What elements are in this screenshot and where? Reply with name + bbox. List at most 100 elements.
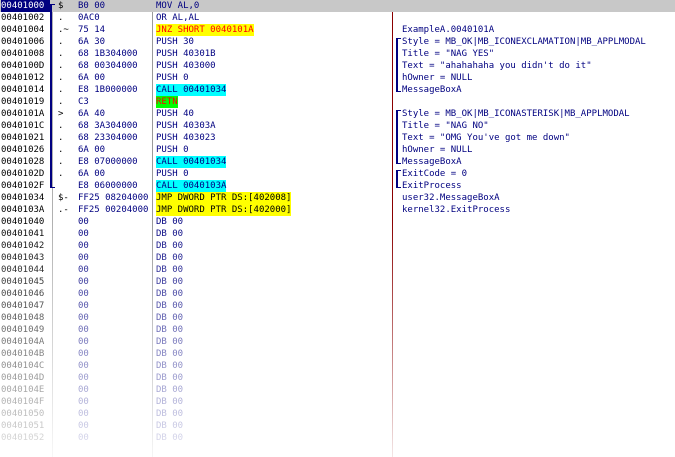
instruction-row[interactable]: 00401006. 6A 30 PUSH 30 Style = MB_OK|MB_IC… [0, 36, 675, 48]
address-cell: 00401042 [1, 241, 45, 251]
address-cell: 00401004 [1, 25, 45, 35]
instruction-row[interactable]: 00401028. E8 07000000 CALL 00401034 Message… [0, 156, 675, 168]
instruction-row[interactable]: 0040104B 00 DB 00 [0, 348, 675, 360]
address-cell: 00401051 [1, 421, 45, 431]
instruction-row[interactable]: 00401045 00 DB 00 [0, 276, 675, 288]
hex-dump-cell: 00 [78, 349, 89, 359]
hex-dump-cell: 00 [78, 289, 89, 299]
instruction-row[interactable]: 0040102F E8 06000000 CALL 0040103A ExitProc… [0, 180, 675, 192]
disassembly-cell: DB 00 [156, 409, 184, 419]
flow-marker: .- [58, 205, 69, 215]
address-cell: 0040104E [1, 385, 45, 395]
hex-dump-cell: E8 06000000 [78, 181, 138, 191]
address-cell: 00401043 [1, 253, 45, 263]
address-cell: 00401021 [1, 133, 45, 143]
hex-dump-cell: 00 [78, 325, 89, 335]
instruction-row[interactable]: 0040104C 00 DB 00 [0, 360, 675, 372]
flow-marker: . [58, 13, 64, 23]
instruction-row[interactable]: 00401004 .~ 75 14 JNZ SHORT 0040101A Example… [0, 24, 675, 36]
address-cell: 00401000 [1, 0, 50, 12]
address-cell: 0040104B [1, 349, 45, 359]
hex-dump-cell: 6A 30 [78, 37, 106, 47]
instruction-row[interactable]: 00401049 00 DB 00 [0, 324, 675, 336]
address-cell: 00401041 [1, 229, 45, 239]
hex-dump-cell: 68 3A304000 [78, 121, 138, 131]
instruction-row[interactable]: 00401051 00 DB 00 [0, 420, 675, 432]
address-cell: 00401047 [1, 301, 45, 311]
hex-dump-cell: FF25 08204000 [78, 193, 149, 203]
instruction-row[interactable]: 00401026. 6A 00 PUSH 0 hOwner = NULL [0, 144, 675, 156]
comment-cell: Style = MB_OK|MB_ICONEXCLAMATION|MB_APPL… [402, 37, 646, 47]
instruction-row[interactable]: 00401050 00 DB 00 [0, 408, 675, 420]
instruction-row[interactable]: 0040102D. 6A 00 PUSH 0 ExitCode = 0 [0, 168, 675, 180]
instruction-row[interactable]: 0040104A 00 DB 00 [0, 336, 675, 348]
call-args-bracket-1 [396, 38, 401, 92]
flow-marker: . [58, 73, 64, 83]
comment-cell: MessageBoxA [402, 157, 462, 167]
instruction-row[interactable]: 00401041 00 DB 00 [0, 228, 675, 240]
instruction-row[interactable]: 00401000 $ B0 00 MOV AL,0 [0, 0, 675, 12]
address-cell: 00401019 [1, 97, 45, 107]
instruction-row[interactable]: 00401019. C3 RETN [0, 96, 675, 108]
comment-cell: Text = "OMG You've got me down" [402, 133, 570, 143]
instruction-row[interactable]: 00401012. 6A 00 PUSH 0 hOwner = NULL [0, 72, 675, 84]
instruction-row[interactable]: 00401046 00 DB 00 [0, 288, 675, 300]
comment-cell: ExitCode = 0 [402, 169, 468, 179]
disassembly-cell: DB 00 [156, 349, 184, 359]
instruction-row[interactable]: 0040101A >6A 40 PUSH 40 Style = MB_OK|MB_IC… [0, 108, 675, 120]
hex-dump-cell: 00 [78, 409, 89, 419]
disassembly-cell: PUSH 40303A [156, 121, 216, 131]
hex-dump-cell: 00 [78, 385, 89, 395]
address-cell: 00401040 [1, 217, 45, 227]
disassembly-cell: DB 00 [156, 433, 184, 443]
instruction-row[interactable]: 00401014. E8 1B000000 CALL 00401034 Message… [0, 84, 675, 96]
comment-cell: Text = "ahahahaha you didn't do it" [402, 61, 592, 71]
address-cell: 00401052 [1, 433, 45, 443]
instruction-row[interactable]: 00401044 00 DB 00 [0, 264, 675, 276]
flow-marker: . [58, 61, 64, 71]
address-cell: 00401045 [1, 277, 45, 287]
disassembly-cell: JMP DWORD PTR DS:[402000] [156, 204, 292, 216]
disassembly-cell: DB 00 [156, 337, 184, 347]
address-cell: 00401014 [1, 85, 45, 95]
address-cell: 00401050 [1, 409, 45, 419]
instruction-row[interactable]: 00401042 00 DB 00 [0, 240, 675, 252]
address-cell: 00401008 [1, 49, 45, 59]
instruction-row[interactable]: 0040103A .- FF25 00204000 JMP DWORD PTR DS:… [0, 204, 675, 216]
comment-cell: Style = MB_OK|MB_ICONASTERISK|MB_APPLMOD… [402, 109, 630, 119]
address-cell: 00401034 [1, 193, 45, 203]
instruction-row[interactable]: 0040104D 00 DB 00 [0, 372, 675, 384]
hex-dump-cell: 00 [78, 277, 89, 287]
flow-marker: $ [58, 1, 64, 11]
instruction-row[interactable]: 00401040 00 DB 00 [0, 216, 675, 228]
instruction-row[interactable]: 00401047 00 DB 00 [0, 300, 675, 312]
instruction-row[interactable]: 00401034 $- FF25 08204000 JMP DWORD PTR DS:… [0, 192, 675, 204]
instruction-row[interactable]: 0040104F 00 DB 00 [0, 396, 675, 408]
address-cell: 0040104C [1, 361, 45, 371]
hex-dump-cell: 00 [78, 253, 89, 263]
flow-marker: . [58, 133, 64, 143]
disassembly-cell: DB 00 [156, 301, 184, 311]
instruction-row[interactable]: 0040101C. 68 3A304000 PUSH 40303A Title = "… [0, 120, 675, 132]
instruction-row[interactable]: 00401008. 68 1B304000 PUSH 40301B Title = "… [0, 48, 675, 60]
comment-cell: ExitProcess [402, 181, 462, 191]
address-cell: 0040101A [1, 109, 45, 119]
flow-marker: . [58, 121, 64, 131]
address-cell: 00401006 [1, 37, 45, 47]
instruction-row[interactable]: 0040104E 00 DB 00 [0, 384, 675, 396]
instruction-row[interactable]: 00401048 00 DB 00 [0, 312, 675, 324]
instruction-row[interactable]: 00401002. 0AC0 OR AL,AL [0, 12, 675, 24]
hex-dump-cell: 00 [78, 265, 89, 275]
comment-cell: hOwner = NULL [402, 73, 473, 83]
address-cell: 0040104D [1, 373, 45, 383]
instruction-row[interactable]: 0040100D. 68 00304000 PUSH 403000 Text = "a… [0, 60, 675, 72]
disassembly-pane[interactable]: 00401000 $ B0 00 MOV AL,0 00401002. 0AC0 OR AL… [0, 0, 675, 457]
instruction-row[interactable]: 00401021. 68 23304000 PUSH 403023 Text = "O… [0, 132, 675, 144]
disassembly-cell: DB 00 [156, 289, 184, 299]
flow-marker: > [58, 109, 64, 119]
instruction-row[interactable]: 00401043 00 DB 00 [0, 252, 675, 264]
instruction-row[interactable]: 00401052 00 DB 00 [0, 432, 675, 444]
comment-cell: ExampleA.0040101A [402, 25, 495, 35]
comment-cell: MessageBoxA [402, 85, 462, 95]
comment-cell: hOwner = NULL [402, 145, 473, 155]
